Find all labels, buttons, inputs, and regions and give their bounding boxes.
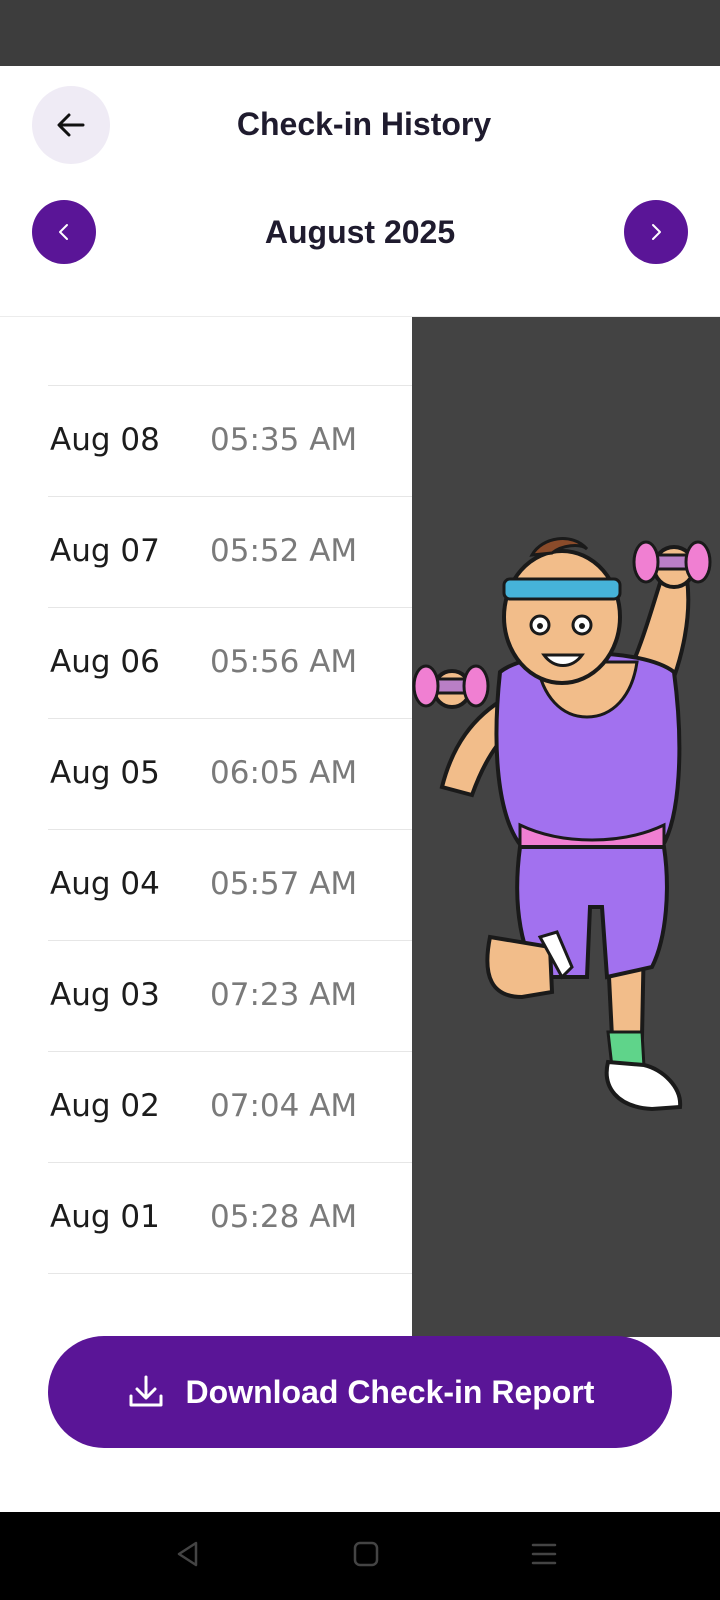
checkin-date: Aug 06 (50, 644, 160, 680)
nav-back-icon[interactable] (172, 1538, 204, 1570)
checkin-date: Aug 03 (50, 977, 160, 1013)
checkin-date: Aug 04 (50, 866, 160, 902)
checkin-date: Aug 02 (50, 1088, 160, 1124)
checkin-row: Aug 02 07:04 AM (0, 1052, 412, 1162)
download-report-label: Download Check-in Report (185, 1373, 595, 1410)
nav-menu-icon[interactable] (528, 1538, 560, 1570)
checkin-time: 05:57 AM (210, 866, 358, 902)
checkin-row: Aug 06 05:56 AM (0, 608, 412, 718)
checkin-row: Aug 01 05:28 AM (0, 1163, 412, 1273)
checkin-date: Aug 05 (50, 755, 160, 791)
checkin-time: 06:05 AM (210, 755, 358, 791)
checkin-row: Aug 03 07:23 AM (0, 941, 412, 1051)
checkin-time: 05:56 AM (210, 644, 358, 680)
checkin-row: Aug 07 05:52 AM (0, 497, 412, 607)
row-divider (48, 1273, 412, 1274)
workout-mascot-illustration (412, 317, 720, 1337)
checkin-date: Aug 07 (50, 533, 160, 569)
system-navigation-bar (0, 1512, 720, 1600)
checkin-list[interactable]: Aug 08 05:35 AM Aug 07 05:52 AM Aug 06 0… (0, 317, 412, 1337)
month-label: August 2025 (264, 214, 456, 250)
checkin-time: 05:35 AM (210, 422, 358, 458)
checkin-time: 05:28 AM (210, 1199, 358, 1235)
download-icon (129, 1375, 163, 1407)
status-bar (0, 0, 720, 66)
checkin-row: Aug 04 05:57 AM (0, 830, 412, 940)
next-month-button[interactable] (624, 200, 688, 264)
checkin-date: Aug 01 (50, 1199, 160, 1235)
checkin-row: Aug 05 06:05 AM (0, 719, 412, 829)
checkin-date: Aug 08 (50, 422, 160, 458)
page-title: Check-in History (236, 106, 492, 142)
nav-home-icon[interactable] (350, 1538, 382, 1570)
download-report-button[interactable]: Download Check-in Report (48, 1336, 672, 1448)
checkin-time: 05:52 AM (210, 533, 358, 569)
checkin-time: 07:04 AM (210, 1088, 358, 1124)
header (0, 66, 720, 316)
checkin-time: 07:23 AM (210, 977, 358, 1013)
chevron-right-icon (652, 224, 661, 240)
checkin-row: Aug 08 05:35 AM (0, 386, 412, 496)
